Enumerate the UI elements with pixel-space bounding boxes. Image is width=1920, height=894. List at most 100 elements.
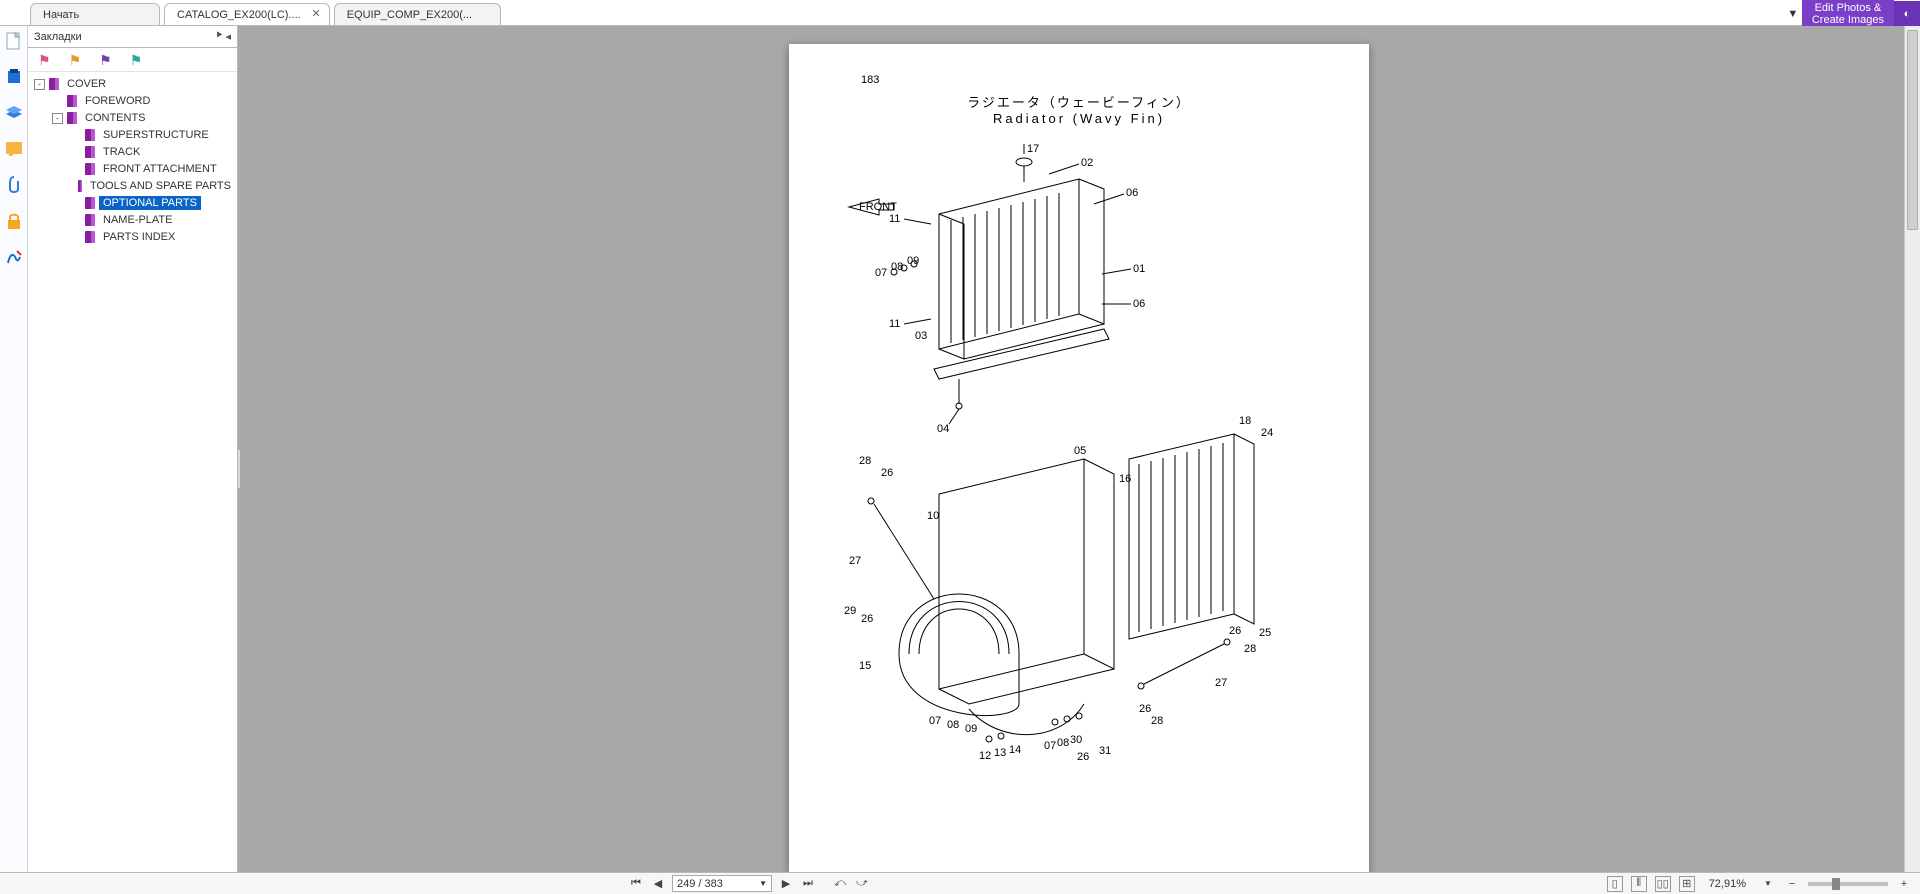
bookmark-label: PARTS INDEX <box>99 230 179 244</box>
tree-spacer <box>52 96 63 107</box>
page-title-en: Radiator (Wavy Fin) <box>819 111 1339 126</box>
note-icon[interactable] <box>5 140 23 158</box>
tree-spacer <box>70 232 81 243</box>
lock-icon[interactable] <box>5 212 23 230</box>
attachment-icon[interactable] <box>5 176 23 194</box>
bookmark-icon <box>67 95 77 107</box>
clipboard-icon[interactable] <box>5 68 23 86</box>
bookmark-icon <box>85 163 95 175</box>
bookmark-item[interactable]: SUPERSTRUCTURE <box>30 127 235 143</box>
flag-icon[interactable]: ⚑ <box>99 53 112 67</box>
ad-line2: Create Images <box>1812 14 1884 26</box>
svg-text:28: 28 <box>859 455 871 467</box>
bookmark-item[interactable]: -COVER <box>30 76 235 92</box>
nav-fwd-button[interactable]: ⤻ <box>854 876 870 892</box>
bookmark-label: SUPERSTRUCTURE <box>99 128 213 142</box>
bookmark-item[interactable]: TOOLS AND SPARE PARTS <box>30 178 235 194</box>
bookmark-icon <box>85 214 95 226</box>
svg-text:08: 08 <box>947 719 959 731</box>
prev-page-button[interactable]: ◀ <box>650 876 666 892</box>
view-continuous-icon[interactable]: ⫴ <box>1631 876 1647 892</box>
svg-text:12: 12 <box>979 750 991 762</box>
svg-text:26: 26 <box>1229 625 1241 637</box>
zoom-dropdown-icon[interactable]: ▼ <box>1760 876 1776 892</box>
next-page-button[interactable]: ▶ <box>778 876 794 892</box>
page-title-jp: ラジエータ（ウェービーフィン） <box>819 92 1339 111</box>
bookmark-item[interactable]: TRACK <box>30 144 235 160</box>
svg-text:28: 28 <box>1151 715 1163 727</box>
tree-spacer <box>70 147 81 158</box>
svg-text:25: 25 <box>1259 627 1271 639</box>
collapse-icon[interactable]: - <box>52 113 63 124</box>
bookmark-item[interactable]: FRONT ATTACHMENT <box>30 161 235 177</box>
svg-text:04: 04 <box>937 423 949 435</box>
zoom-slider[interactable] <box>1808 882 1888 886</box>
bookmark-item[interactable]: PARTS INDEX <box>30 229 235 245</box>
flag-icon[interactable]: ⚑ <box>69 53 82 67</box>
collapse-icon[interactable]: ⯈ <box>215 30 224 43</box>
bookmarks-toolbar: ⚑ ⚑ ⚑ ⚑ <box>28 48 237 72</box>
bookmarks-title: Закладки <box>34 31 82 43</box>
zoom-out-button[interactable]: − <box>1784 876 1800 892</box>
tab-catalog[interactable]: CATALOG_EX200(LC).... ✕ <box>164 3 330 25</box>
tab-label: Начать <box>43 9 79 21</box>
layers-icon[interactable] <box>5 104 23 122</box>
ad-logo-icon[interactable]: ◐ <box>1894 1 1920 27</box>
bookmark-icon <box>85 129 95 141</box>
chevron-down-icon[interactable]: ▼ <box>759 879 767 888</box>
tab-label: EQUIP_COMP_EX200(... <box>347 9 472 21</box>
bookmark-item[interactable]: NAME-PLATE <box>30 212 235 228</box>
page-input[interactable]: 249 / 383 ▼ <box>672 875 772 892</box>
close-icon[interactable]: ✕ <box>311 7 320 20</box>
zoom-in-button[interactable]: + <box>1896 876 1912 892</box>
svg-text:26: 26 <box>1139 703 1151 715</box>
scrollbar-thumb[interactable] <box>1907 30 1918 230</box>
splitter-handle[interactable] <box>238 449 241 489</box>
svg-text:09: 09 <box>965 723 977 735</box>
page-current: 249 <box>677 878 695 890</box>
tabs-dropdown-icon[interactable]: ▼ <box>1784 1 1802 27</box>
bookmark-item[interactable]: -CONTENTS <box>30 110 235 126</box>
bookmarks-panel: Закладки ⯈◂ ⚑ ⚑ ⚑ ⚑ -COVERFOREWORD-CONTE… <box>28 26 238 872</box>
bookmark-item[interactable]: FOREWORD <box>30 93 235 109</box>
svg-text:30: 30 <box>1070 734 1082 746</box>
tab-equip[interactable]: EQUIP_COMP_EX200(... <box>334 3 501 25</box>
nav-back-button[interactable]: ⤺ <box>832 876 848 892</box>
last-page-button[interactable]: ⏭ <box>800 876 816 892</box>
bookmark-icon <box>78 180 82 192</box>
zoom-handle[interactable] <box>1832 878 1840 890</box>
svg-text:07: 07 <box>875 267 887 279</box>
document-viewer[interactable]: 183 ラジエータ（ウェービーフィン） Radiator (Wavy Fin) … <box>238 26 1920 872</box>
page-icon[interactable] <box>5 32 23 50</box>
bookmark-label: TRACK <box>99 145 144 159</box>
tab-start[interactable]: Начать <box>30 3 160 25</box>
bookmark-item[interactable]: OPTIONAL PARTS <box>30 195 235 211</box>
view-single-icon[interactable]: ▯ <box>1607 876 1623 892</box>
svg-text:11: 11 <box>889 213 900 225</box>
svg-text:15: 15 <box>859 660 871 672</box>
front-label: FRONT <box>859 201 897 213</box>
pdf-page: 183 ラジエータ（ウェービーフィン） Radiator (Wavy Fin) … <box>789 44 1369 872</box>
svg-text:02: 02 <box>1081 157 1093 169</box>
zoom-value: 72,91% <box>1709 878 1746 890</box>
vertical-scrollbar[interactable] <box>1904 26 1920 872</box>
page-nav: ⏮ ◀ 249 / 383 ▼ ▶ ⏭ ⤺ ⤻ <box>628 875 870 892</box>
svg-text:27: 27 <box>1215 677 1227 689</box>
bookmark-icon <box>85 197 95 209</box>
hide-icon[interactable]: ◂ <box>225 30 231 43</box>
svg-text:07: 07 <box>1044 740 1056 752</box>
view-cover-icon[interactable]: ⊞ <box>1679 876 1695 892</box>
page-number: 183 <box>861 74 1339 86</box>
collapse-icon[interactable]: - <box>34 79 45 90</box>
svg-text:26: 26 <box>881 467 893 479</box>
flag-icon[interactable]: ⚑ <box>130 53 143 67</box>
view-facing-icon[interactable]: ▯▯ <box>1655 876 1671 892</box>
first-page-button[interactable]: ⏮ <box>628 876 644 892</box>
svg-text:01: 01 <box>1133 263 1145 275</box>
status-bar: ⏮ ◀ 249 / 383 ▼ ▶ ⏭ ⤺ ⤻ ▯ ⫴ ▯▯ ⊞ 72,91% … <box>0 872 1920 894</box>
sign-icon[interactable] <box>5 248 23 266</box>
ad-banner[interactable]: Edit Photos & Create Images <box>1802 0 1894 28</box>
tab-bar: Начать CATALOG_EX200(LC).... ✕ EQUIP_COM… <box>0 0 1920 26</box>
flag-icon[interactable]: ⚑ <box>38 53 51 67</box>
tree-spacer <box>70 198 81 209</box>
